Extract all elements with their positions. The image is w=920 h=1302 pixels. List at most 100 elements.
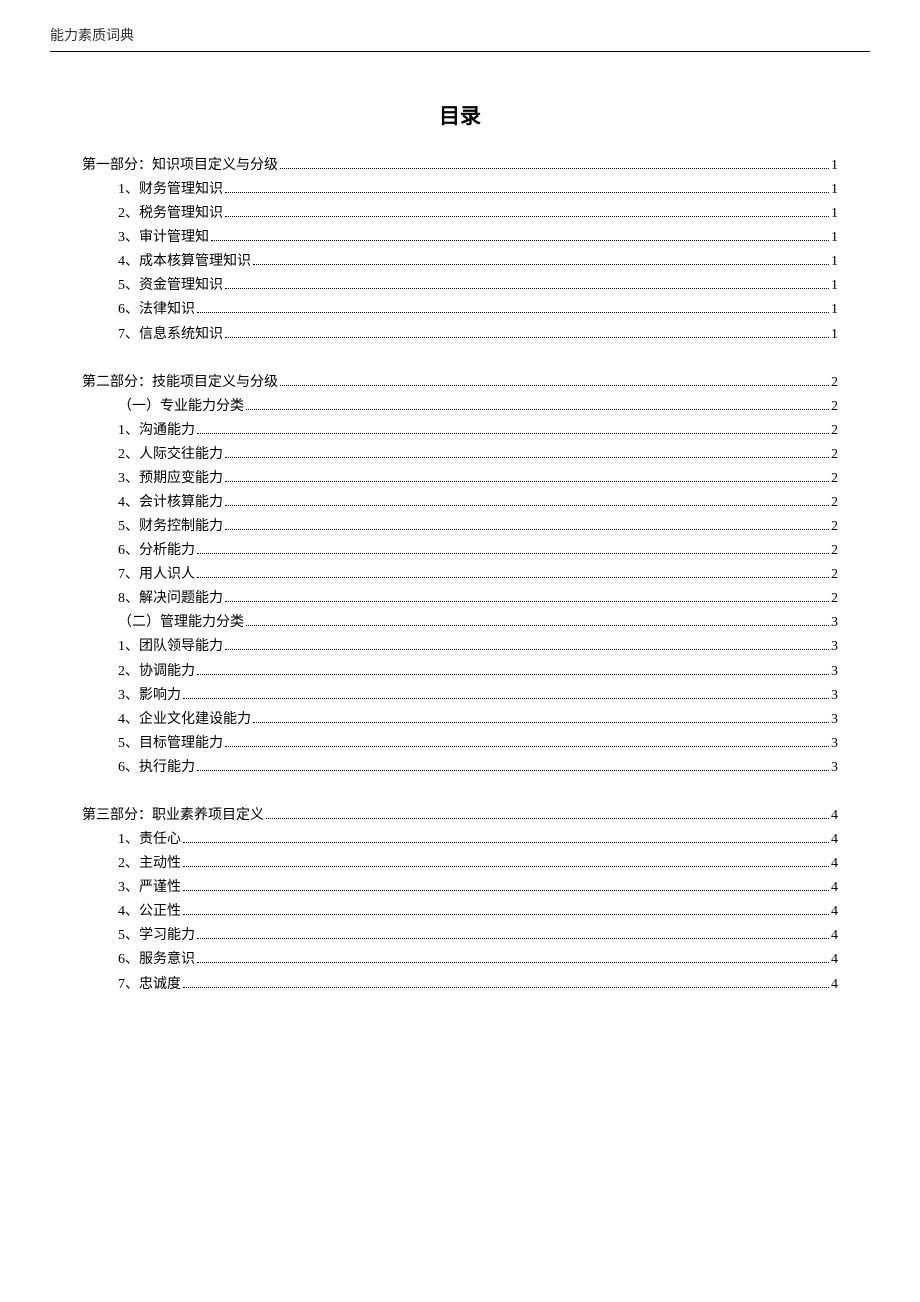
toc-leader-dots xyxy=(183,866,829,867)
toc-item-label: 5、资金管理知识 xyxy=(118,274,223,298)
toc-item-label: 7、忠诚度 xyxy=(118,973,181,997)
toc-item-label: 4、成本核算管理知识 xyxy=(118,250,251,274)
toc-item-page: 4 xyxy=(831,924,838,948)
toc-leader-dots xyxy=(266,818,829,819)
toc-item: 4、成本核算管理知识1 xyxy=(118,250,838,274)
toc-item-label: 7、用人识人 xyxy=(118,563,195,587)
toc-item-page: 1 xyxy=(831,274,838,298)
toc-item-page: 2 xyxy=(831,467,838,491)
toc-leader-dots xyxy=(197,770,829,771)
toc-item-page: 2 xyxy=(831,419,838,443)
toc-leader-dots xyxy=(197,938,829,939)
toc-item: 4、企业文化建设能力3 xyxy=(118,708,838,732)
toc-item: 6、服务意识4 xyxy=(118,948,838,972)
toc-item-page: 2 xyxy=(831,491,838,515)
toc-item-label: 3、影响力 xyxy=(118,684,181,708)
toc-leader-dots xyxy=(183,987,829,988)
toc-leader-dots xyxy=(225,649,829,650)
toc-item-label: 1、责任心 xyxy=(118,828,181,852)
toc-container: 目录 第一部分：知识项目定义与分级11、财务管理知识12、税务管理知识13、审计… xyxy=(82,100,838,997)
toc-item-label: 8、解决问题能力 xyxy=(118,587,223,611)
page-header: 能力素质词典 xyxy=(50,25,870,52)
header-text: 能力素质词典 xyxy=(50,29,134,44)
toc-item-label: 2、协调能力 xyxy=(118,660,195,684)
toc-item: 3、预期应变能力 2 xyxy=(118,467,838,491)
toc-leader-dots xyxy=(197,553,829,554)
toc-item-label: 6、分析能力 xyxy=(118,539,195,563)
toc-item: 5、学习能力4 xyxy=(118,924,838,948)
toc-section-heading-label: 第三部分：职业素养项目定义 xyxy=(82,804,264,828)
toc-leader-dots xyxy=(197,312,829,313)
toc-item-page: 4 xyxy=(831,876,838,900)
section-gap xyxy=(82,347,838,371)
toc-item-label: 3、审计管理知 xyxy=(118,226,209,250)
toc-item: 8、解决问题能力 2 xyxy=(118,587,838,611)
toc-leader-dots xyxy=(183,914,829,915)
toc-item-page: 2 xyxy=(831,563,838,587)
toc-item-label: 6、执行能力 xyxy=(118,756,195,780)
toc-item: 4、公正性4 xyxy=(118,900,838,924)
toc-section-heading: 第三部分：职业素养项目定义 4 xyxy=(82,804,838,828)
toc-item: 1、沟通能力2 xyxy=(118,419,838,443)
toc-item-page: 3 xyxy=(831,684,838,708)
toc-item-page: 4 xyxy=(831,852,838,876)
toc-item-page: 2 xyxy=(831,539,838,563)
toc-item-label: 3、预期应变能力 xyxy=(118,467,223,491)
toc-section-heading-page: 4 xyxy=(831,804,838,828)
toc-leader-dots xyxy=(183,890,829,891)
toc-leader-dots xyxy=(225,505,829,506)
toc-item-page: 3 xyxy=(831,732,838,756)
toc-section-heading-page: 1 xyxy=(831,154,838,178)
toc-item-page: 4 xyxy=(831,828,838,852)
toc-item: 7、忠诚度4 xyxy=(118,973,838,997)
toc-item: 1、责任心 4 xyxy=(118,828,838,852)
toc-leader-dots xyxy=(197,962,829,963)
toc-section-heading-page: 2 xyxy=(831,371,838,395)
toc-item-page: 2 xyxy=(831,515,838,539)
toc-section-heading: 第二部分：技能项目定义与分级2 xyxy=(82,371,838,395)
toc-item-label: 7、信息系统知识 xyxy=(118,323,223,347)
toc-item: 2、协调能力3 xyxy=(118,660,838,684)
toc-item-page: 3 xyxy=(831,611,838,635)
toc-leader-dots xyxy=(197,577,829,578)
toc-leader-dots xyxy=(246,625,829,626)
toc-leader-dots xyxy=(197,433,829,434)
toc-leader-dots xyxy=(225,481,829,482)
toc-item: （一）专业能力分类 2 xyxy=(118,395,838,419)
toc-item-page: 4 xyxy=(831,948,838,972)
toc-item-page: 2 xyxy=(831,395,838,419)
toc-section-heading-label: 第一部分：知识项目定义与分级 xyxy=(82,154,278,178)
toc-leader-dots xyxy=(211,240,829,241)
toc-leader-dots xyxy=(225,457,829,458)
toc-item-label: 3、严谨性 xyxy=(118,876,181,900)
toc-item-page: 1 xyxy=(831,323,838,347)
toc-item: 6、执行能力 3 xyxy=(118,756,838,780)
toc-item: 2、人际交往能力 2 xyxy=(118,443,838,467)
toc-item: 3、严谨性 4 xyxy=(118,876,838,900)
toc-item: 3、审计管理知1 xyxy=(118,226,838,250)
toc-item-label: 4、会计核算能力 xyxy=(118,491,223,515)
toc-item-page: 3 xyxy=(831,756,838,780)
toc-leader-dots xyxy=(246,409,829,410)
toc-leader-dots xyxy=(225,216,829,217)
toc-leader-dots xyxy=(183,698,829,699)
toc-leader-dots xyxy=(253,722,829,723)
toc-leader-dots xyxy=(225,288,829,289)
toc-item: 2、主动性4 xyxy=(118,852,838,876)
toc-item-label: （二）管理能力分类 xyxy=(118,611,244,635)
toc-leader-dots xyxy=(183,842,829,843)
toc-item-page: 3 xyxy=(831,635,838,659)
toc-item-page: 2 xyxy=(831,587,838,611)
toc-item-label: 2、人际交往能力 xyxy=(118,443,223,467)
toc-leader-dots xyxy=(197,674,829,675)
toc-item-page: 4 xyxy=(831,900,838,924)
toc-item-page: 2 xyxy=(831,443,838,467)
toc-item: 1、团队领导能力3 xyxy=(118,635,838,659)
toc-item: 5、目标管理能力3 xyxy=(118,732,838,756)
toc-item-label: （一）专业能力分类 xyxy=(118,395,244,419)
toc-item-label: 2、税务管理知识 xyxy=(118,202,223,226)
toc-item-label: 1、财务管理知识 xyxy=(118,178,223,202)
toc-item: 6、法律知识1 xyxy=(118,298,838,322)
toc-leader-dots xyxy=(225,601,829,602)
toc-item: 7、用人识人 2 xyxy=(118,563,838,587)
